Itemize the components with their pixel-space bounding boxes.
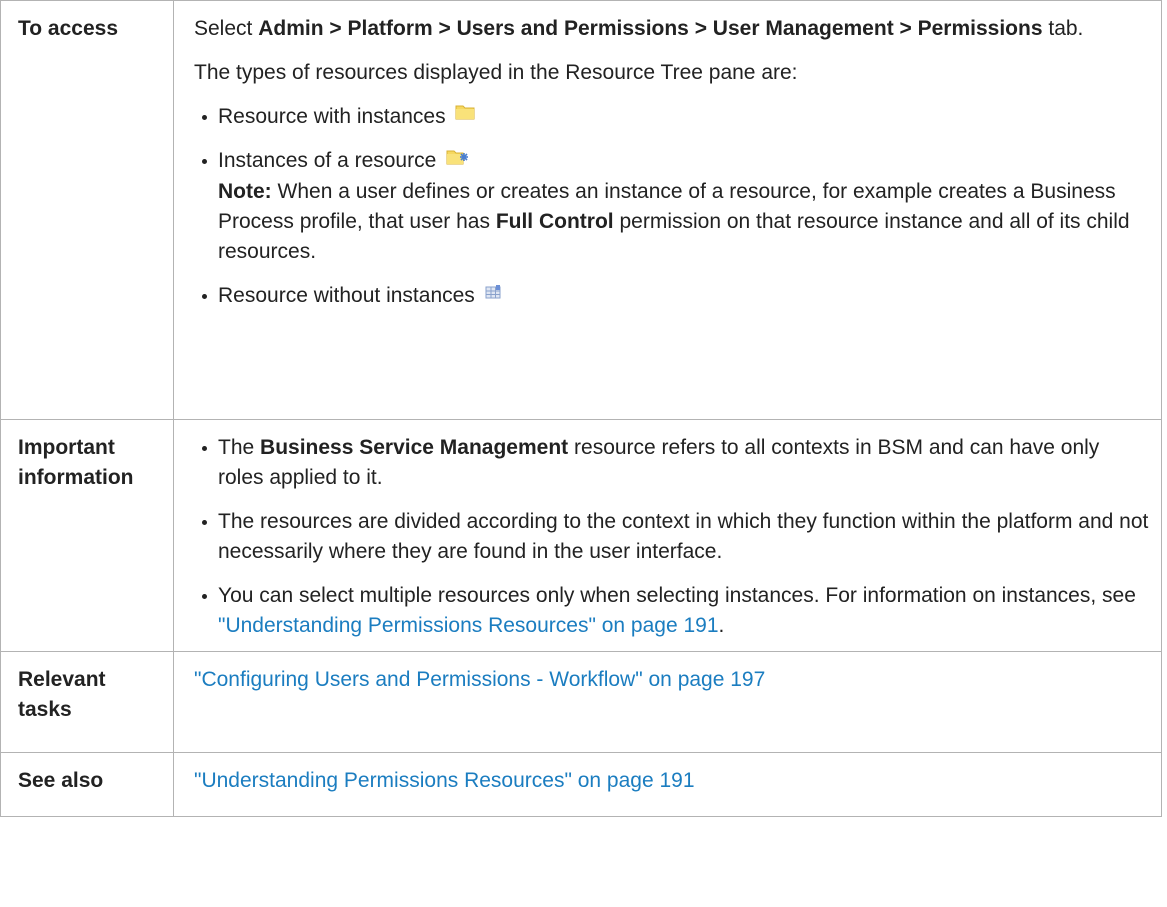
resource-type-list: Resource with instances Instances of a r… — [194, 102, 1149, 177]
info-list: The Business Service Management resource… — [194, 433, 1149, 641]
list-item: You can select multiple resources only w… — [202, 581, 1149, 641]
row-content: Select Admin > Platform > Users and Perm… — [173, 0, 1162, 420]
info-table: To access Select Admin > Platform > User… — [0, 0, 1162, 817]
resource-grid-icon — [485, 279, 501, 309]
note-paragraph: Note: When a user defines or creates an … — [218, 177, 1149, 267]
row-content: "Configuring Users and Permissions - Wor… — [173, 651, 1162, 753]
table-row: To access Select Admin > Platform > User… — [0, 0, 1162, 420]
understanding-permissions-link[interactable]: "Understanding Permissions Resources" on… — [218, 614, 719, 637]
access-suffix: tab. — [1048, 17, 1084, 40]
list-item-text: Resource with instances — [218, 105, 446, 128]
row-label: To access — [0, 0, 174, 420]
table-row: See also "Understanding Permissions Reso… — [0, 752, 1162, 817]
list-item: The resources are divided according to t… — [202, 507, 1149, 567]
list-item: Resource without instances — [202, 279, 1149, 311]
row-label: See also — [0, 752, 174, 817]
configuring-workflow-link[interactable]: "Configuring Users and Permissions - Wor… — [194, 668, 765, 691]
row-content: The Business Service Management resource… — [173, 419, 1162, 652]
access-paragraph: Select Admin > Platform > Users and Perm… — [194, 14, 1149, 44]
access-path: Admin > Platform > Users and Permissions… — [258, 17, 1043, 40]
table-row: Important information The Business Servi… — [0, 419, 1162, 652]
resource-type-list-2: Resource without instances — [194, 281, 1149, 311]
list-item: The Business Service Management resource… — [202, 433, 1149, 493]
folder-instance-icon — [446, 145, 469, 175]
table-row: Relevant tasks "Configuring Users and Pe… — [0, 651, 1162, 753]
folder-icon — [455, 100, 475, 130]
row-label: Important information — [0, 419, 174, 652]
list-item: Instances of a resource — [202, 145, 1149, 176]
list-item: Resource with instances — [202, 100, 1149, 132]
bullet-bold: Business Service Management — [260, 436, 569, 459]
list-item-text: Resource without instances — [218, 283, 475, 307]
note-label: Note: — [218, 179, 272, 203]
bullet-period: . — [718, 614, 725, 637]
note-bold: Full Control — [495, 209, 614, 233]
bullet-text: You can select multiple resources only w… — [218, 584, 1136, 607]
list-item-text: Instances of a resource — [218, 149, 437, 173]
row-content: "Understanding Permissions Resources" on… — [173, 752, 1162, 817]
bullet-text: The — [218, 436, 255, 459]
understanding-permissions-link-2[interactable]: "Understanding Permissions Resources" on… — [194, 769, 695, 792]
row-label: Relevant tasks — [0, 651, 174, 753]
access-prefix: Select — [194, 17, 253, 40]
intro-text: The types of resources displayed in the … — [194, 61, 798, 84]
